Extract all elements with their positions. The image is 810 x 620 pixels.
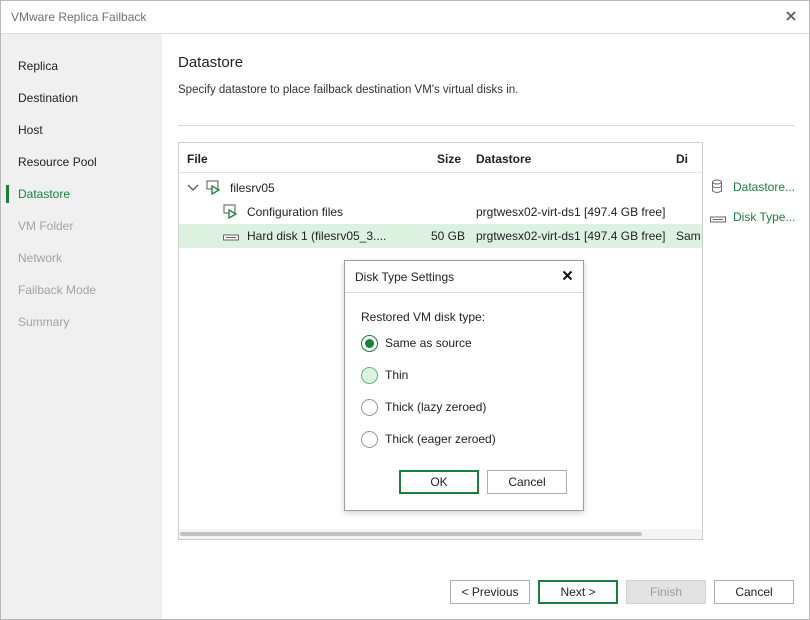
row-file: Hard disk 1 (filesrv05_3.... [247, 229, 387, 243]
horizontal-scrollbar-thumb[interactable] [180, 532, 642, 536]
header-divider [178, 125, 794, 126]
dialog-cancel-button[interactable]: Cancel [487, 470, 567, 494]
row-datastore: prgtwesx02-virt-ds1 [497.4 GB free] [476, 229, 666, 243]
row-disk-type: Sam [676, 229, 701, 243]
radio-unchecked-icon [361, 399, 378, 416]
radio-label: Thin [385, 368, 409, 382]
datastore-action-button[interactable]: Datastore... [709, 178, 805, 196]
disk-type-action-button[interactable]: Disk Type... [709, 208, 805, 226]
next-button[interactable]: Next > [538, 580, 618, 604]
previous-button[interactable]: < Previous [450, 580, 530, 604]
column-header-disk-type[interactable]: Di [676, 152, 688, 166]
table-row-selected[interactable]: Hard disk 1 (filesrv05_3.... 50 GB prgtw… [179, 224, 702, 248]
page-title: Datastore [178, 54, 244, 71]
radio-same-as-source[interactable]: Same as source [361, 334, 511, 354]
wizard-steps-sidebar: Replica Destination Host Resource Pool D… [1, 34, 162, 619]
row-size: 50 GB [431, 229, 466, 243]
close-icon[interactable] [781, 6, 801, 26]
dialog-title: Disk Type Settings [355, 270, 455, 284]
chevron-down-icon[interactable] [187, 182, 199, 196]
datastore-action-label: Datastore... [733, 180, 796, 194]
hard-disk-icon [223, 231, 239, 245]
horizontal-scrollbar-track[interactable] [179, 529, 702, 539]
step-datastore[interactable]: Datastore [1, 182, 162, 206]
vm-icon [206, 180, 222, 198]
dialog-close-icon[interactable] [559, 267, 575, 285]
step-failback-mode: Failback Mode [18, 283, 97, 297]
table-row[interactable]: filesrv05 [179, 176, 702, 200]
page-description: Specify datastore to place failback dest… [178, 84, 519, 96]
column-header-file[interactable]: File [187, 152, 208, 166]
grid-header: File Size Datastore Di [179, 143, 702, 173]
disk-type-settings-dialog: Disk Type Settings Restored VM disk type… [344, 260, 584, 511]
step-host[interactable]: Host [1, 118, 162, 142]
step-network: Network [18, 251, 63, 265]
wizard-window: VMware Replica Failback Replica Destinat… [0, 0, 810, 620]
hard-disk-icon [710, 213, 726, 227]
disk-type-action-label: Disk Type... [733, 210, 796, 224]
cancel-button[interactable]: Cancel [714, 580, 794, 604]
radio-unchecked-icon [361, 367, 378, 384]
radio-thin[interactable]: Thin [361, 366, 511, 386]
finish-button: Finish [626, 580, 706, 604]
dialog-title-bar: Disk Type Settings [345, 261, 583, 293]
radio-thick-lazy-zeroed[interactable]: Thick (lazy zeroed) [361, 398, 511, 418]
step-summary: Summary [18, 315, 70, 329]
row-file: filesrv05 [230, 181, 275, 195]
row-datastore: prgtwesx02-virt-ds1 [497.4 GB free] [476, 205, 666, 219]
config-files-icon [223, 204, 239, 222]
database-icon [711, 179, 723, 197]
row-file: Configuration files [247, 205, 344, 219]
radio-unchecked-icon [361, 431, 378, 448]
column-header-datastore[interactable]: Datastore [476, 152, 531, 166]
radio-label: Thick (eager zeroed) [385, 432, 496, 446]
step-replica[interactable]: Replica [1, 54, 162, 78]
step-resource-pool[interactable]: Resource Pool [1, 150, 162, 174]
title-bar: VMware Replica Failback [1, 1, 809, 34]
dialog-ok-button[interactable]: OK [399, 470, 479, 494]
step-destination[interactable]: Destination [1, 86, 162, 110]
table-row[interactable]: Configuration files prgtwesx02-virt-ds1 … [179, 200, 702, 224]
radio-thick-eager-zeroed[interactable]: Thick (eager zeroed) [361, 430, 511, 450]
radio-checked-icon [361, 335, 378, 352]
disk-type-label: Restored VM disk type: [361, 310, 486, 324]
radio-label: Thick (lazy zeroed) [385, 400, 487, 414]
step-vm-folder: VM Folder [18, 219, 74, 233]
window-title: VMware Replica Failback [11, 10, 147, 24]
radio-label: Same as source [385, 336, 472, 350]
column-header-size[interactable]: Size [437, 152, 461, 166]
